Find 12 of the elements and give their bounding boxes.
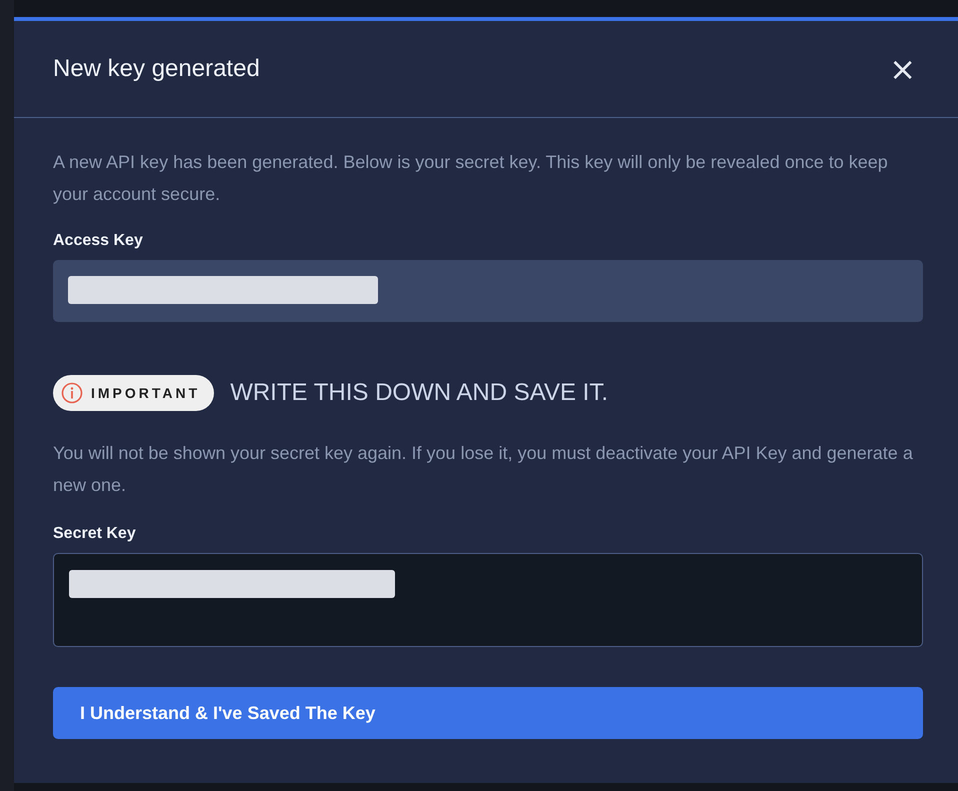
field-label: Access Key [53, 232, 144, 250]
dialog-title: New key generated [53, 55, 260, 83]
field-label: Secret Key [53, 525, 137, 543]
notice-heading: WRITE THIS DOWN AND SAVE IT. [230, 379, 608, 407]
confirm-button[interactable]: I Understand & I've Saved The Key [53, 687, 923, 739]
intro-text: A new API key has been generated. Below is your secret key. This key will only be revealed once to keep your account secure. [53, 151, 889, 206]
info-icon [61, 382, 83, 404]
access-key-field[interactable] [53, 260, 923, 322]
warning-text: You will not be shown your secret key again. If you lose it, you must deactivate your API Key and generate a new one. [53, 442, 914, 497]
badge-label: IMPORTANT [91, 385, 200, 401]
secret-key-field[interactable] [53, 553, 923, 647]
close-button[interactable]: × [885, 53, 920, 85]
